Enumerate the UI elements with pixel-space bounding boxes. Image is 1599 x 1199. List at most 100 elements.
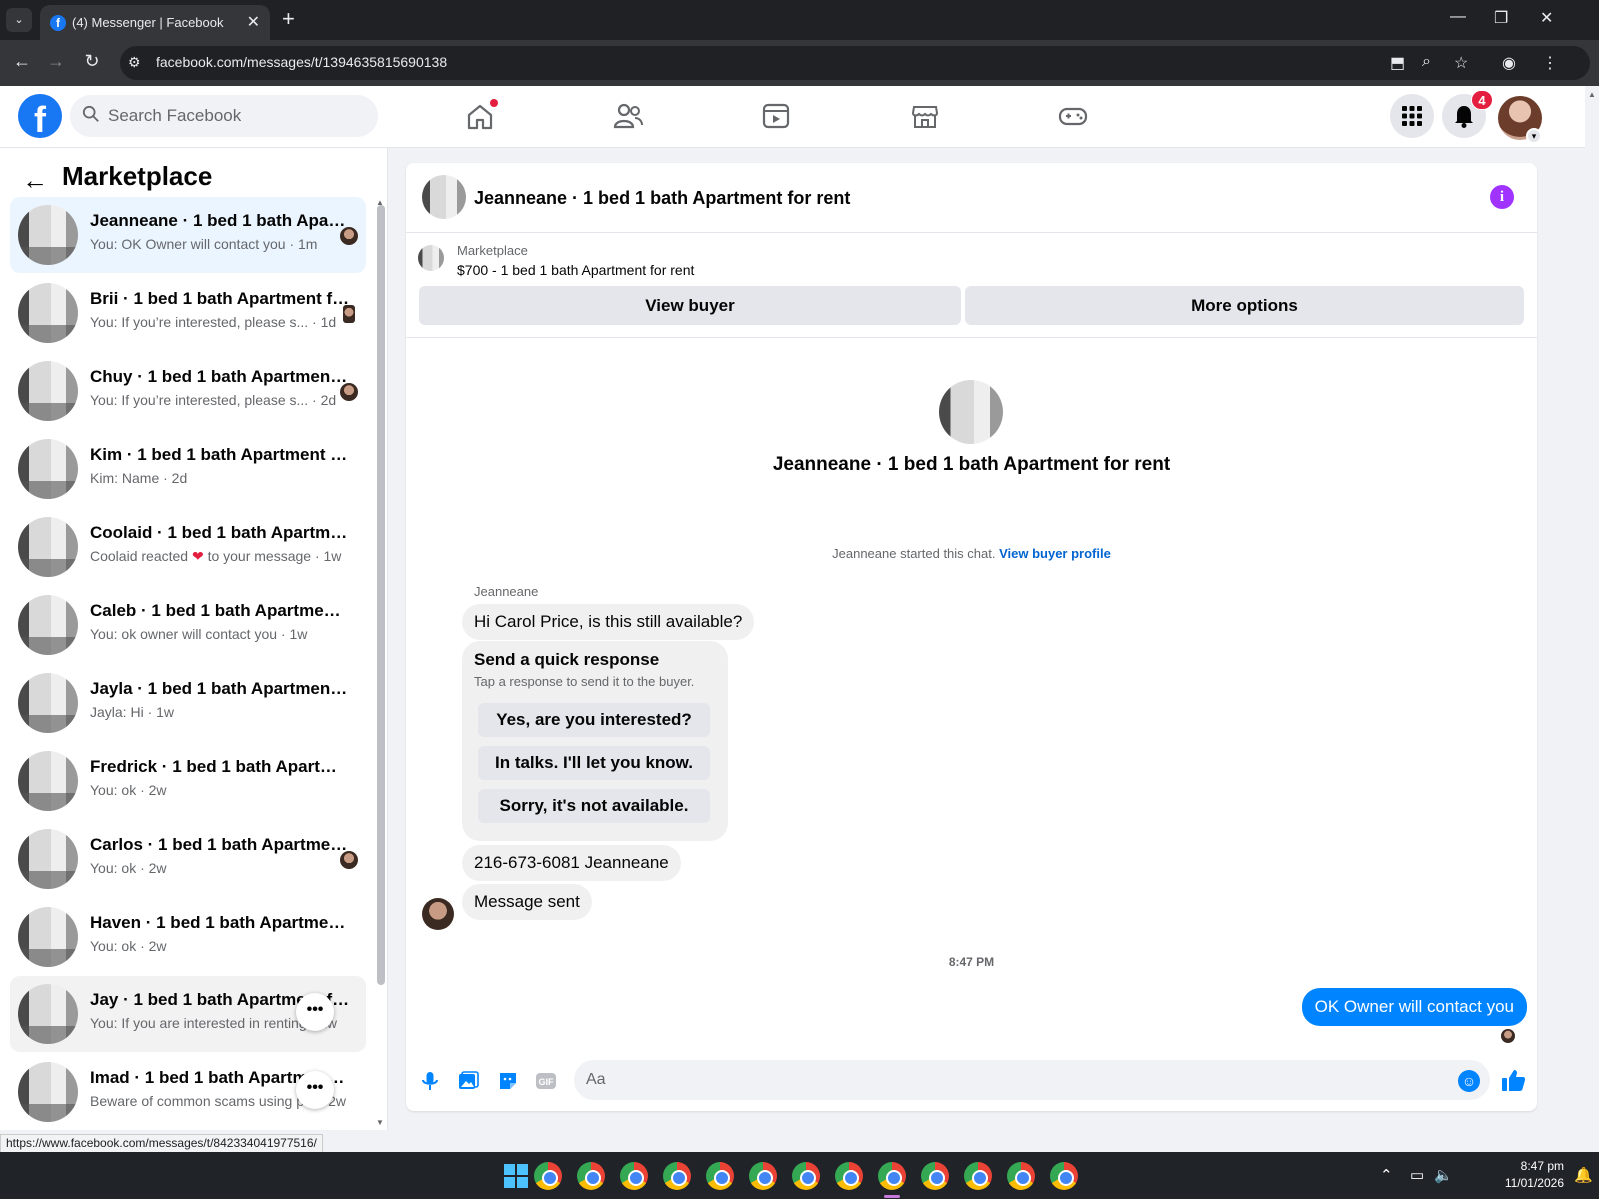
chrome-taskbar-icon[interactable]	[964, 1162, 992, 1190]
svg-text:GIF: GIF	[539, 1077, 555, 1087]
sidebar-scrollbar[interactable]	[377, 205, 385, 985]
message-input[interactable]	[586, 1060, 1446, 1100]
profile-icon[interactable]: ◉	[1502, 53, 1516, 73]
browser-tab[interactable]: f (4) Messenger | Facebook ✕	[40, 5, 270, 40]
search-input[interactable]	[108, 95, 368, 137]
seen-avatar	[340, 227, 358, 245]
url-text[interactable]: facebook.com/messages/t/1394635815690138	[156, 54, 447, 70]
conversation-item[interactable]: Fredrick · 1 bed 1 bath Apartment for re…	[10, 743, 366, 819]
conversation-name: Jayla · 1 bed 1 bath Apartment for rent	[90, 679, 350, 698]
info-icon[interactable]: i	[1490, 185, 1514, 209]
video-icon[interactable]	[758, 98, 794, 134]
marketplace-icon[interactable]	[907, 98, 943, 134]
chrome-taskbar-icon[interactable]	[835, 1162, 863, 1190]
tab-search-icon[interactable]: ⌄	[6, 8, 32, 32]
tray-chevron-up-icon[interactable]: ⌃	[1380, 1166, 1393, 1184]
conversation-item[interactable]: Haven · 1 bed 1 bath Apartment for rent …	[10, 899, 366, 975]
quick-reply-button[interactable]: In talks. I'll let you know.	[478, 746, 710, 780]
windows-start-icon[interactable]	[504, 1164, 528, 1188]
sticker-icon[interactable]	[496, 1069, 520, 1093]
conversation-item[interactable]: Brii · 1 bed 1 bath Apartment for rent Y…	[10, 275, 366, 351]
conversation-item[interactable]: Caleb · 1 bed 1 bath Apartment for rent …	[10, 587, 366, 663]
friends-icon[interactable]	[610, 98, 646, 134]
new-tab-icon[interactable]: +	[282, 6, 295, 32]
conversation-preview: You: ok · 2w	[90, 860, 167, 876]
message-composer[interactable]: ☺	[574, 1060, 1490, 1100]
conversation-preview: Jayla: Hi · 1w	[90, 704, 175, 720]
conversation-preview: You: ok · 2w	[90, 782, 167, 798]
conversation-preview: You: If you’re interested, please s... ·…	[90, 392, 337, 408]
conversation-item[interactable]: Jayla · 1 bed 1 bath Apartment for rent …	[10, 665, 366, 741]
forward-icon[interactable]: →	[44, 51, 68, 72]
conversation-name: Fredrick · 1 bed 1 bath Apartment for re…	[90, 757, 350, 776]
chrome-taskbar-icon[interactable]	[577, 1162, 605, 1190]
listing-thumbnail	[18, 283, 78, 343]
chrome-taskbar-icon[interactable]	[749, 1162, 777, 1190]
facebook-logo-icon[interactable]: f	[18, 94, 62, 138]
conversation-item[interactable]: Chuy · 1 bed 1 bath Apartment for rent Y…	[10, 353, 366, 429]
restore-icon[interactable]: ❐	[1494, 8, 1508, 28]
thumbs-up-icon[interactable]	[1499, 1066, 1527, 1094]
chat-listing-avatar[interactable]	[422, 175, 466, 219]
menu-grid-button[interactable]	[1390, 94, 1434, 138]
network-icon[interactable]: ▭	[1410, 1166, 1424, 1184]
emoji-icon[interactable]: ☺	[1458, 1070, 1480, 1092]
chrome-taskbar-icon[interactable]	[1050, 1162, 1078, 1190]
conversation-item[interactable]: Jeanneane · 1 bed 1 bath Apartment for r…	[10, 197, 366, 273]
listing-thumbnail	[18, 673, 78, 733]
conversation-item[interactable]: Coolaid · 1 bed 1 bath Apartment for ren…	[10, 509, 366, 585]
more-options-icon[interactable]: •••	[296, 1071, 334, 1109]
chrome-taskbar-icon[interactable]	[663, 1162, 691, 1190]
conversation-item[interactable]: Carlos · 1 bed 1 bath Apartment for rent…	[10, 821, 366, 897]
buyer-avatar[interactable]	[422, 898, 454, 930]
quick-reply-button[interactable]: Yes, are you interested?	[478, 703, 710, 737]
system-clock[interactable]: 8:47 pm 11/01/2026	[1492, 1158, 1564, 1192]
volume-icon[interactable]: 🔈	[1434, 1166, 1453, 1184]
photo-icon[interactable]	[456, 1069, 480, 1093]
page-scroll-up-icon[interactable]: ▲	[1588, 90, 1596, 99]
window-close-icon[interactable]: ✕	[1540, 8, 1553, 28]
active-app-indicator	[884, 1195, 900, 1198]
chrome-taskbar-icon-active[interactable]	[878, 1162, 906, 1190]
conversation-preview: You: ok · 2w	[90, 938, 167, 954]
view-buyer-button[interactable]: View buyer	[419, 286, 961, 325]
tab-close-icon[interactable]: ✕	[247, 12, 260, 32]
chrome-taskbar-icon[interactable]	[620, 1162, 648, 1190]
listing-thumbnail	[18, 517, 78, 577]
microphone-icon[interactable]	[418, 1069, 442, 1093]
chat-title[interactable]: Jeanneane · 1 bed 1 bath Apartment for r…	[474, 188, 850, 209]
listing-thumbnail	[18, 984, 78, 1044]
marketplace-sidebar: ← Marketplace Jeanneane · 1 bed 1 bath A…	[0, 148, 388, 1130]
seen-avatar	[340, 851, 358, 869]
minimize-icon[interactable]: —	[1450, 8, 1466, 26]
chrome-taskbar-icon[interactable]	[1007, 1162, 1035, 1190]
conversation-name: Coolaid · 1 bed 1 bath Apartment for ren…	[90, 523, 350, 542]
chevron-down-icon[interactable]: ▾	[1526, 128, 1542, 144]
address-bar[interactable]: ⚙ facebook.com/messages/t/13946358156901…	[120, 46, 1590, 80]
more-options-icon[interactable]: •••	[296, 993, 334, 1031]
chrome-taskbar-icon[interactable]	[534, 1162, 562, 1190]
chrome-taskbar-icon[interactable]	[792, 1162, 820, 1190]
bookmark-star-icon[interactable]: ☆	[1454, 53, 1468, 73]
menu-kebab-icon[interactable]: ⋮	[1542, 53, 1558, 73]
view-buyer-profile-link[interactable]: View buyer profile	[999, 546, 1111, 561]
site-info-icon[interactable]: ⚙	[128, 54, 141, 71]
notifications-tray-icon[interactable]: 🔔	[1574, 1166, 1593, 1184]
chrome-taskbar-icon[interactable]	[921, 1162, 949, 1190]
more-options-button[interactable]: More options	[965, 286, 1524, 325]
reload-icon[interactable]: ↻	[80, 51, 104, 72]
back-icon[interactable]: ←	[10, 51, 34, 72]
gaming-icon[interactable]	[1055, 98, 1091, 134]
sidebar-scroll-down-icon[interactable]: ▼	[376, 1118, 384, 1127]
conversation-name: Jeanneane · 1 bed 1 bath Apartment for r…	[90, 211, 350, 230]
quick-reply-button[interactable]: Sorry, it's not available.	[478, 789, 710, 823]
back-arrow-icon[interactable]: ←	[22, 165, 48, 196]
zoom-icon[interactable]: ⌕	[1422, 53, 1431, 71]
incoming-message: Message sent	[462, 884, 592, 920]
chrome-taskbar-icon[interactable]	[706, 1162, 734, 1190]
facebook-search[interactable]	[70, 95, 378, 137]
conversation-item[interactable]: Kim · 1 bed 1 bath Apartment for rent Ki…	[10, 431, 366, 507]
gif-icon[interactable]: GIF	[534, 1069, 558, 1093]
listing-thumbnail	[18, 1062, 78, 1122]
install-app-icon[interactable]: ⬒	[1390, 53, 1405, 73]
